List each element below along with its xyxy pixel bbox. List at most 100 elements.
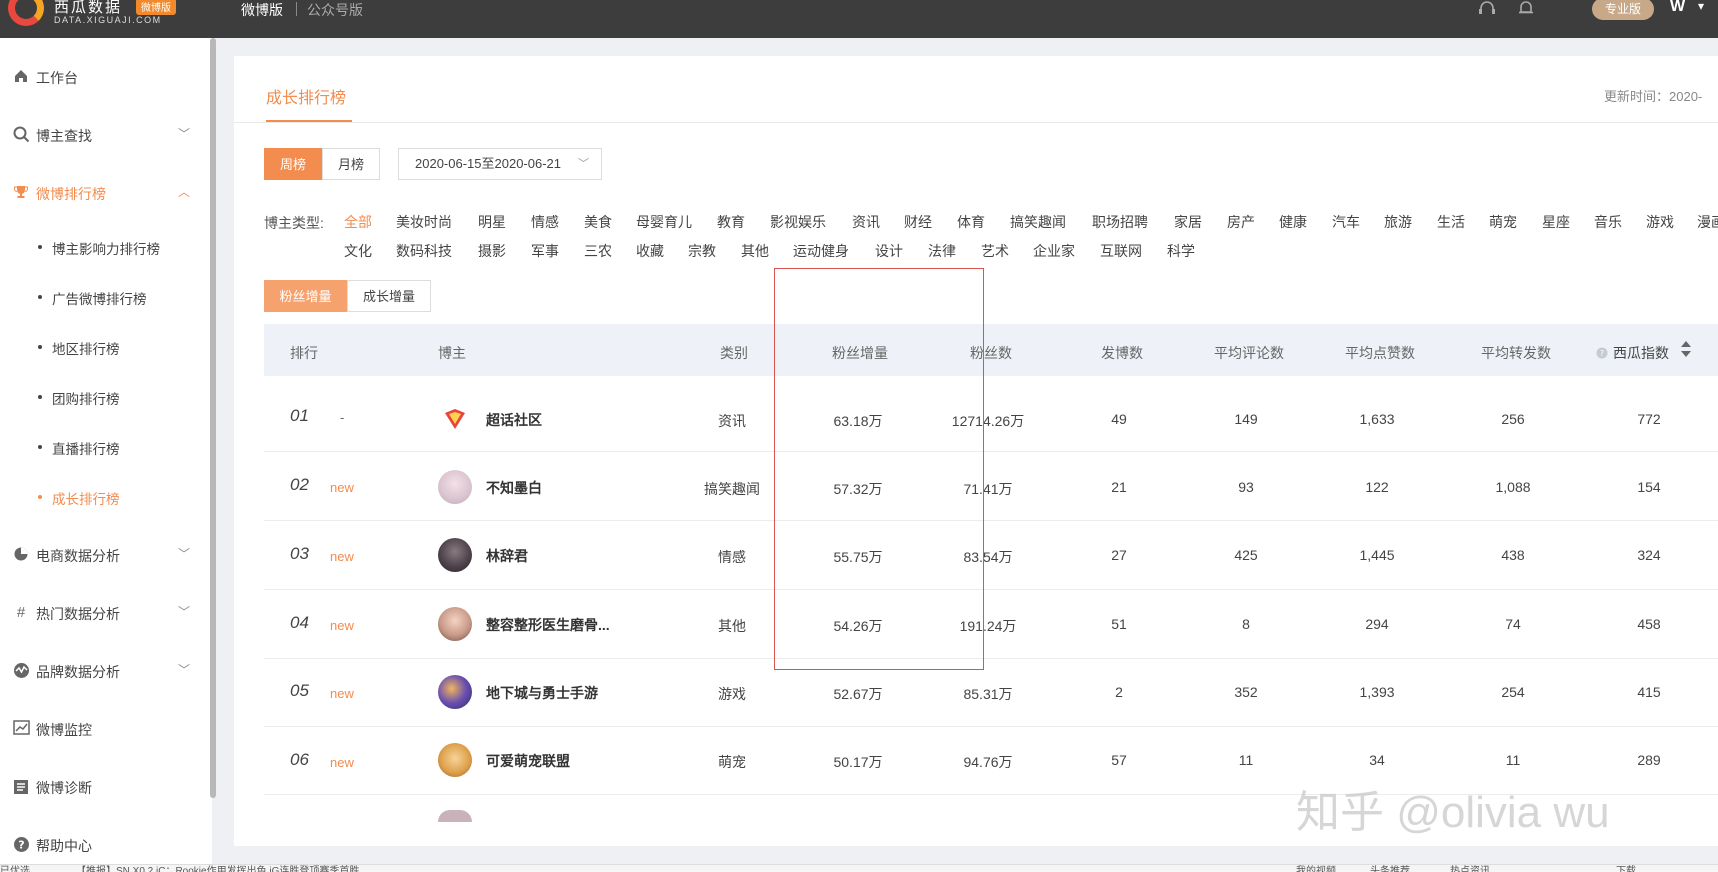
avatar[interactable] xyxy=(438,538,472,572)
tab-monthly[interactable]: 月榜 xyxy=(322,148,380,180)
type-filter[interactable]: 全部 xyxy=(344,212,372,232)
type-filter[interactable]: 房产 xyxy=(1227,212,1255,232)
sidebar-item-ecommerce[interactable]: 电商数据分析 ﹀ xyxy=(0,540,212,570)
cell-category: 其他 xyxy=(718,618,746,634)
type-filter[interactable]: 三农 xyxy=(584,241,612,261)
blogger-name[interactable]: 整容整形医生磨骨... xyxy=(486,615,610,635)
tab-weekly[interactable]: 周榜 xyxy=(264,148,322,180)
type-filter[interactable]: 摄影 xyxy=(478,241,506,261)
tab-growth-increase[interactable]: 成长增量 xyxy=(347,280,431,312)
avatar[interactable] xyxy=(438,402,472,436)
type-filter[interactable]: 军事 xyxy=(531,241,559,261)
type-filter[interactable]: 美食 xyxy=(584,212,612,232)
tab-gzh[interactable]: 公众号版 xyxy=(307,0,363,20)
tab-fan-growth[interactable]: 粉丝增量 xyxy=(264,280,347,312)
type-filter[interactable]: 生活 xyxy=(1437,212,1465,232)
bell-icon[interactable] xyxy=(1518,0,1534,21)
taskbar-item[interactable]: 我的视频 xyxy=(1296,862,1336,872)
type-filter[interactable]: 美妆时尚 xyxy=(396,212,452,232)
type-filter[interactable]: 教育 xyxy=(717,212,745,232)
taskbar-news[interactable]: 【推报】SN X0.2 iC：Rookie作用发挥出色 iG连胜登顶赛季首胜 xyxy=(76,862,359,872)
pro-version-button[interactable]: 专业版 xyxy=(1592,0,1654,20)
sidebar-item-hot-data[interactable]: # 热门数据分析 ﹀ xyxy=(0,598,212,628)
type-filter[interactable]: 情感 xyxy=(531,212,559,232)
taskbar-item[interactable]: 头条推荐 xyxy=(1370,862,1410,872)
sort-icon[interactable] xyxy=(1680,340,1692,361)
col-header-avg-reposts[interactable]: 平均转发数 xyxy=(1481,343,1551,363)
avatar[interactable] xyxy=(438,810,472,822)
type-filter[interactable]: 数码科技 xyxy=(396,241,452,261)
cell-xigua-index: 772 xyxy=(1637,411,1661,427)
chevron-down-icon: ﹀ xyxy=(178,127,191,141)
taskbar-item[interactable]: 下载 xyxy=(1616,862,1636,872)
type-filter[interactable]: 漫画 xyxy=(1697,212,1718,232)
type-filter[interactable]: 汽车 xyxy=(1332,212,1360,232)
tab-weibo[interactable]: 微博版 xyxy=(241,0,283,20)
user-avatar[interactable]: W xyxy=(1670,0,1685,16)
type-filter[interactable]: 科学 xyxy=(1167,241,1195,261)
col-header-posts[interactable]: 发博数 xyxy=(1101,343,1143,363)
type-filter[interactable]: 资讯 xyxy=(852,212,880,232)
cell-xigua-index: 289 xyxy=(1637,752,1661,768)
type-filter[interactable]: 宗教 xyxy=(688,241,716,261)
sidebar-item-workbench[interactable]: 工作台 xyxy=(0,62,212,92)
type-filter[interactable]: 互联网 xyxy=(1100,241,1142,261)
sidebar-item-weibo-rankings[interactable]: 微博排行榜 ︿ xyxy=(0,178,212,208)
avatar[interactable] xyxy=(438,607,472,641)
chevron-down-icon[interactable]: ▾ xyxy=(1698,0,1704,13)
blogger-name[interactable]: 林辞君 xyxy=(486,546,528,566)
logo-icon[interactable] xyxy=(8,0,44,26)
blogger-name[interactable]: 超话社区 xyxy=(486,410,542,430)
page-title: 成长排行榜 xyxy=(266,90,347,107)
cell-avg-likes: 34 xyxy=(1369,752,1385,768)
sidebar-item-help[interactable]: ? 帮助中心 xyxy=(0,830,212,860)
type-filter[interactable]: 旅游 xyxy=(1384,212,1412,232)
avatar[interactable] xyxy=(438,675,472,709)
type-filter[interactable]: 艺术 xyxy=(981,241,1009,261)
col-header-avg-likes[interactable]: 平均点赞数 xyxy=(1345,343,1415,363)
sidebar-item-blogger-search[interactable]: 博主查找 ﹀ xyxy=(0,120,212,150)
pie-chart-icon xyxy=(12,546,30,564)
type-filter[interactable]: 音乐 xyxy=(1594,212,1622,232)
type-filter[interactable]: 设计 xyxy=(875,241,903,261)
taskbar-item[interactable]: 热点资讯 xyxy=(1450,862,1490,872)
type-filter[interactable]: 财经 xyxy=(904,212,932,232)
blogger-name[interactable]: 不知墨白 xyxy=(486,478,542,498)
info-icon[interactable]: ? xyxy=(1596,346,1608,362)
cell-xigua-index: 415 xyxy=(1637,684,1661,700)
row-divider xyxy=(264,658,1718,659)
date-range-select[interactable]: 2020-06-15至2020-06-21 ﹀ xyxy=(398,148,602,180)
sidebar-item-weibo-monitor[interactable]: 微博监控 xyxy=(0,714,212,744)
bullet-icon xyxy=(38,495,42,499)
monitor-chart-icon xyxy=(12,720,30,738)
type-filter[interactable]: 搞笑趣闻 xyxy=(1010,212,1066,232)
sidebar-item-brand-data[interactable]: 品牌数据分析 ﹀ xyxy=(0,656,212,686)
type-filter[interactable]: 健康 xyxy=(1279,212,1307,232)
type-filter[interactable]: 法律 xyxy=(928,241,956,261)
type-filter[interactable]: 影视娱乐 xyxy=(770,212,826,232)
type-filter[interactable]: 文化 xyxy=(344,241,372,261)
headset-icon[interactable] xyxy=(1478,0,1496,21)
type-filter[interactable]: 体育 xyxy=(957,212,985,232)
type-filter[interactable]: 企业家 xyxy=(1033,241,1075,261)
blogger-name[interactable]: 地下城与勇士手游 xyxy=(486,683,598,703)
sidebar-item-weibo-diagnosis[interactable]: 微博诊断 xyxy=(0,772,212,802)
avatar[interactable] xyxy=(438,743,472,777)
type-filter[interactable]: 星座 xyxy=(1542,212,1570,232)
home-icon xyxy=(12,68,30,86)
type-filter[interactable]: 母婴育儿 xyxy=(636,212,692,232)
chevron-down-icon: ﹀ xyxy=(178,605,191,619)
type-filter[interactable]: 家居 xyxy=(1174,212,1202,232)
type-filter[interactable]: 萌宠 xyxy=(1489,212,1517,232)
type-filter[interactable]: 明星 xyxy=(478,212,506,232)
blogger-name[interactable]: 可爱萌宠联盟 xyxy=(486,751,570,771)
type-filter[interactable]: 运动健身 xyxy=(793,241,849,261)
type-filter[interactable]: 职场招聘 xyxy=(1092,212,1148,232)
col-header-avg-comments[interactable]: 平均评论数 xyxy=(1214,343,1284,363)
type-filter[interactable]: 收藏 xyxy=(636,241,664,261)
col-header-xigua-index[interactable]: 西瓜指数 xyxy=(1613,343,1669,363)
type-filter[interactable]: 其他 xyxy=(741,241,769,261)
type-filter[interactable]: 游戏 xyxy=(1646,212,1674,232)
hash-icon: # xyxy=(16,604,26,621)
avatar[interactable] xyxy=(438,470,472,504)
